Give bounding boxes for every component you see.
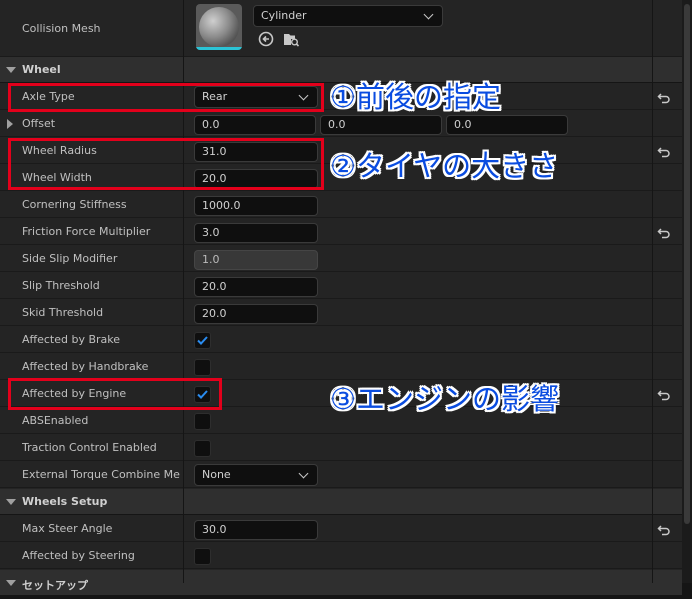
category-setup-label: セットアップ <box>22 579 88 592</box>
highlight-axle-type <box>8 83 324 112</box>
annotation-3: ③エンジンの影響 <box>330 382 559 416</box>
side-slip-field[interactable]: 1.0 <box>194 250 318 270</box>
affected-handbrake-checkbox[interactable] <box>194 359 211 376</box>
annotation-2: ②タイヤの大きさ <box>330 149 559 183</box>
annotation-1: ①前後の指定 <box>330 80 501 114</box>
category-wheels-setup[interactable]: Wheels Setup <box>0 489 682 515</box>
friction-force-label: Friction Force Multiplier <box>22 225 151 238</box>
abs-enabled-checkbox[interactable] <box>194 413 211 430</box>
offset-label: Offset <box>22 117 56 130</box>
slip-threshold-row: Slip Threshold 20.0 <box>0 273 682 299</box>
collapse-arrow-icon[interactable] <box>6 67 16 73</box>
collapse-arrow-icon[interactable] <box>6 499 16 505</box>
max-steer-label: Max Steer Angle <box>22 522 113 535</box>
category-wheels-setup-label: Wheels Setup <box>22 495 108 508</box>
affected-brake-checkbox[interactable] <box>194 332 211 349</box>
traction-control-label: Traction Control Enabled <box>22 441 157 454</box>
cornering-stiffness-value: 1000.0 <box>202 199 241 212</box>
scrollbar-thumb[interactable] <box>684 4 690 524</box>
affected-brake-label: Affected by Brake <box>22 333 121 346</box>
traction-control-row: Traction Control Enabled <box>0 435 682 461</box>
external-torque-dropdown[interactable]: None <box>194 464 318 486</box>
offset-x-value: 0.0 <box>202 118 220 131</box>
highlight-wheel-size <box>8 138 324 190</box>
max-steer-row: Max Steer Angle 30.0 <box>0 516 682 542</box>
cornering-stiffness-field[interactable]: 1000.0 <box>194 196 318 216</box>
chevron-down-icon <box>423 9 434 20</box>
max-steer-field[interactable]: 30.0 <box>194 520 318 540</box>
scrollbar[interactable] <box>682 0 692 583</box>
offset-y-value: 0.0 <box>328 118 346 131</box>
thumbnail-accent-bar <box>196 47 242 50</box>
abs-enabled-label: ABSEnabled <box>22 414 89 427</box>
affected-brake-row: Affected by Brake <box>0 327 682 353</box>
friction-force-row: Friction Force Multiplier 3.0 <box>0 219 682 245</box>
side-slip-label: Side Slip Modifier <box>22 252 118 265</box>
affected-steering-label: Affected by Steering <box>22 549 135 562</box>
mesh-thumbnail[interactable] <box>196 4 242 50</box>
side-slip-value: 1.0 <box>202 253 220 266</box>
cornering-stiffness-label: Cornering Stiffness <box>22 198 127 211</box>
affected-steering-checkbox[interactable] <box>194 548 211 565</box>
category-setup[interactable]: セットアップ <box>0 570 682 596</box>
offset-z-field[interactable]: 0.0 <box>446 115 568 135</box>
collapse-arrow-icon[interactable] <box>6 580 16 586</box>
skid-threshold-row: Skid Threshold 20.0 <box>0 300 682 326</box>
category-wheel-label: Wheel <box>22 63 61 76</box>
traction-control-checkbox[interactable] <box>194 440 211 457</box>
friction-force-field[interactable]: 3.0 <box>194 223 318 243</box>
checkmark-icon <box>197 336 208 345</box>
max-steer-value: 30.0 <box>202 523 227 536</box>
details-panel: Collision Mesh Cylinder Wheel Axle Type … <box>0 0 692 596</box>
reset-column-divider <box>652 0 653 583</box>
reset-arrow-icon[interactable] <box>657 226 671 240</box>
external-torque-row: External Torque Combine Met... None <box>0 462 682 488</box>
external-torque-label: External Torque Combine Met... <box>22 468 180 481</box>
reset-arrow-icon[interactable] <box>657 388 671 402</box>
slip-threshold-field[interactable]: 20.0 <box>194 277 318 297</box>
collision-mesh-row: Collision Mesh Cylinder <box>0 0 682 57</box>
reset-arrow-icon[interactable] <box>657 523 671 537</box>
skid-threshold-field[interactable]: 20.0 <box>194 304 318 324</box>
offset-z-value: 0.0 <box>454 118 472 131</box>
side-slip-row: Side Slip Modifier 1.0 <box>0 246 682 272</box>
slip-threshold-value: 20.0 <box>202 280 227 293</box>
skid-threshold-label: Skid Threshold <box>22 306 104 319</box>
external-torque-value: None <box>202 468 231 481</box>
highlight-affected-engine <box>8 378 222 410</box>
chevron-down-icon <box>298 468 309 479</box>
affected-steering-row: Affected by Steering <box>0 543 682 569</box>
reset-arrow-icon[interactable] <box>657 145 671 159</box>
offset-y-field[interactable]: 0.0 <box>320 115 442 135</box>
slip-threshold-label: Slip Threshold <box>22 279 100 292</box>
friction-force-value: 3.0 <box>202 226 220 239</box>
affected-handbrake-label: Affected by Handbrake <box>22 360 149 373</box>
collision-mesh-dropdown[interactable]: Cylinder <box>253 5 443 27</box>
offset-x-field[interactable]: 0.0 <box>194 115 316 135</box>
skid-threshold-value: 20.0 <box>202 307 227 320</box>
expand-arrow-icon[interactable] <box>7 119 13 129</box>
arrow-left-circle-icon[interactable] <box>258 31 274 47</box>
reset-arrow-icon[interactable] <box>657 91 671 105</box>
cornering-stiffness-row: Cornering Stiffness 1000.0 <box>0 192 682 218</box>
collision-mesh-label: Collision Mesh <box>22 22 101 35</box>
collision-mesh-value: Cylinder <box>261 9 307 22</box>
folder-search-icon[interactable] <box>283 31 299 47</box>
cylinder-preview-icon <box>199 7 239 47</box>
